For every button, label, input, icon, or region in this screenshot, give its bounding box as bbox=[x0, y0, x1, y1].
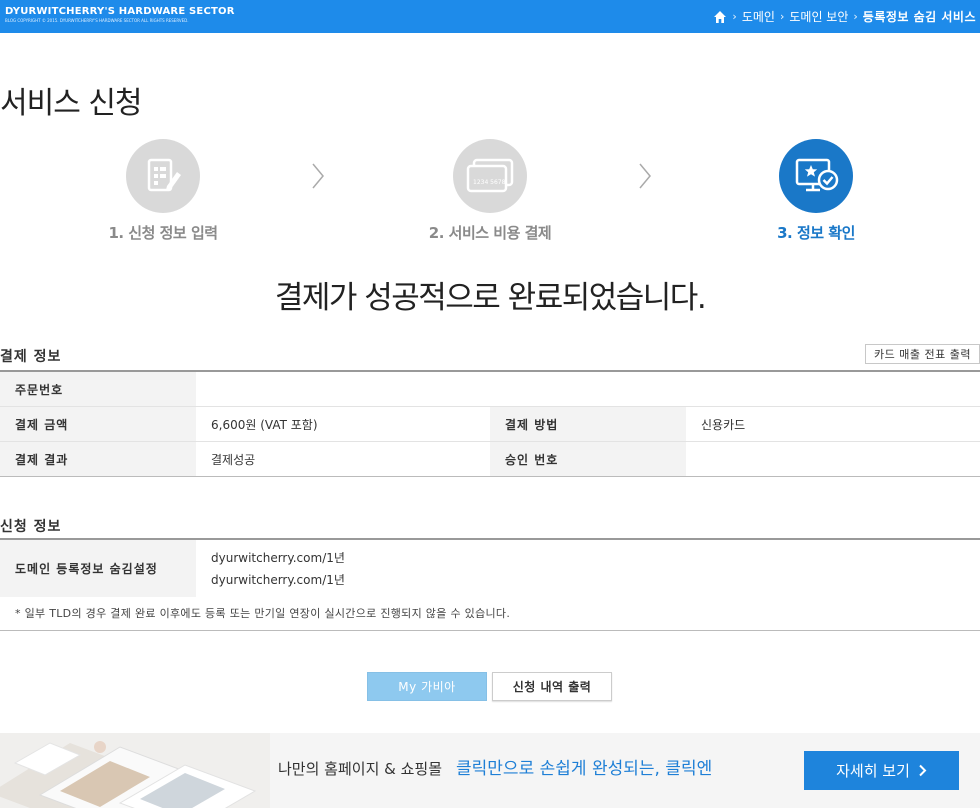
service-items: dyurwitcherry.com/1년 dyurwitcherry.com/1… bbox=[196, 539, 980, 597]
method-label: 결제 방법 bbox=[490, 406, 686, 442]
table-row: 도메인 등록정보 숨김설정 dyurwitcherry.com/1년 dyurw… bbox=[0, 539, 980, 597]
result-value: 결제성공 bbox=[211, 452, 256, 467]
home-icon[interactable] bbox=[713, 10, 727, 24]
banner-text: 나만의 홈페이지 & 쇼핑몰 클릭만으로 손쉽게 완성되는, 클릭엔 bbox=[278, 733, 712, 808]
monitor-check-icon bbox=[795, 158, 839, 192]
table-row: 결제 금액 6,600원 (VAT 포함) 결제 방법 신용카드 bbox=[0, 406, 980, 442]
brand-subtitle: BLOG COPYRIGHT © 2015. DYURWITCHERRY'S H… bbox=[5, 18, 189, 23]
method-value: 신용카드 bbox=[686, 406, 980, 442]
page-title: 서비스 신청 bbox=[0, 86, 143, 121]
amount-label: 결제 금액 bbox=[0, 406, 196, 442]
order-number-label: 주문번호 bbox=[0, 371, 196, 407]
chevron-right-icon: › bbox=[853, 10, 858, 23]
order-number-value bbox=[196, 371, 980, 407]
card-number-text: 1234 5678 bbox=[473, 179, 506, 186]
step-2-circle: 1234 5678 bbox=[453, 139, 527, 213]
payment-table: 주문번호 결제 금액 6,600원 (VAT 포함) 결제 방법 신용카드 결제… bbox=[0, 370, 980, 477]
approval-label: 승인 번호 bbox=[490, 441, 686, 477]
website-mockup-illustration bbox=[0, 733, 270, 808]
list-item: dyurwitcherry.com/1년 bbox=[211, 572, 345, 587]
step-1: 1. 신청 정보 입력 bbox=[53, 139, 273, 243]
table-row: 결제 결과 결제성공 승인 번호 bbox=[0, 441, 980, 477]
step-1-label: 1. 신청 정보 입력 bbox=[108, 224, 218, 242]
brand-logo[interactable]: DYURWITCHERRY'S HARDWARE SECTOR BLOG COP… bbox=[5, 6, 235, 23]
amount-value: 6,600원 (VAT 포함) bbox=[196, 406, 490, 442]
breadcrumb-item-domain-security[interactable]: 도메인 보안 bbox=[789, 8, 848, 25]
chevron-right-icon bbox=[919, 764, 927, 777]
banner-tagline: 나만의 홈페이지 & 쇼핑몰 bbox=[278, 760, 443, 778]
chevron-right-icon: › bbox=[779, 10, 785, 23]
brand-title: DYURWITCHERRY'S HARDWARE SECTOR bbox=[5, 6, 235, 17]
view-details-button[interactable]: 자세히 보기 bbox=[804, 751, 959, 790]
print-card-receipt-button[interactable]: 카드 매출 전표 출력 bbox=[865, 344, 980, 364]
banner-image bbox=[0, 733, 270, 808]
print-history-button[interactable]: 신청 내역 출력 bbox=[492, 672, 612, 701]
breadcrumb-current: 등록정보 숨김 서비스 bbox=[862, 10, 976, 24]
step-chevron-icon bbox=[312, 163, 324, 189]
tld-note: * 일부 TLD의 경우 결제 완료 이후에도 등록 또는 만기일 연장이 실시… bbox=[0, 597, 980, 631]
my-gabia-button[interactable]: My 가비아 bbox=[367, 672, 487, 701]
chevron-right-icon: › bbox=[732, 10, 737, 23]
breadcrumb-item-domain[interactable]: 도메인 bbox=[742, 8, 775, 25]
result-label: 결제 결과 bbox=[0, 441, 196, 477]
application-table: 도메인 등록정보 숨김설정 dyurwitcherry.com/1년 dyurw… bbox=[0, 538, 980, 597]
step-1-circle bbox=[126, 139, 200, 213]
top-bar: DYURWITCHERRY'S HARDWARE SECTOR BLOG COP… bbox=[0, 0, 980, 33]
approval-value bbox=[686, 442, 980, 477]
banner-highlight: 클릭만으로 손쉽게 완성되는, 클릭엔 bbox=[456, 759, 713, 779]
step-2: 1234 5678 2. 서비스 비용 결제 bbox=[380, 139, 600, 243]
step-3: 3. 정보 확인 bbox=[706, 139, 926, 243]
step-chevron-icon bbox=[639, 163, 651, 189]
credit-card-icon: 1234 5678 bbox=[466, 158, 514, 193]
step-3-label: 3. 정보 확인 bbox=[777, 224, 855, 242]
table-row: 주문번호 bbox=[0, 371, 980, 407]
payment-section-title: 결제 정보 bbox=[0, 349, 62, 365]
step-3-circle bbox=[779, 139, 853, 213]
success-headline: 결제가 성공적으로 완료되었습니다. bbox=[274, 280, 707, 316]
document-edit-icon bbox=[147, 158, 181, 192]
view-details-label: 자세히 보기 bbox=[836, 762, 910, 780]
list-item: dyurwitcherry.com/1년 bbox=[211, 550, 345, 565]
application-section-title: 신청 정보 bbox=[0, 519, 62, 535]
step-2-label: 2. 서비스 비용 결제 bbox=[428, 224, 552, 242]
breadcrumb: › 도메인 › 도메인 보안 › 등록정보 숨김 서비스 bbox=[713, 0, 976, 33]
service-label: 도메인 등록정보 숨김설정 bbox=[0, 539, 196, 597]
